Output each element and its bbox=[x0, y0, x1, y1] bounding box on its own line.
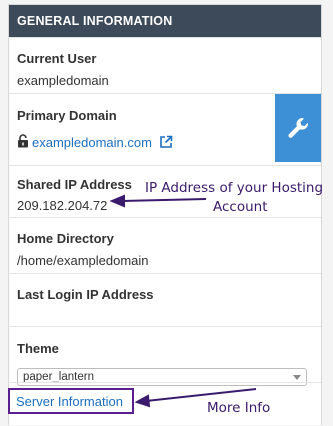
annotation-arrows bbox=[109, 194, 257, 408]
ip-arrow-line bbox=[121, 198, 207, 202]
ip-arrow-head bbox=[109, 194, 125, 208]
more-info-arrow-head bbox=[134, 394, 151, 408]
more-info-arrow-line bbox=[145, 388, 257, 402]
